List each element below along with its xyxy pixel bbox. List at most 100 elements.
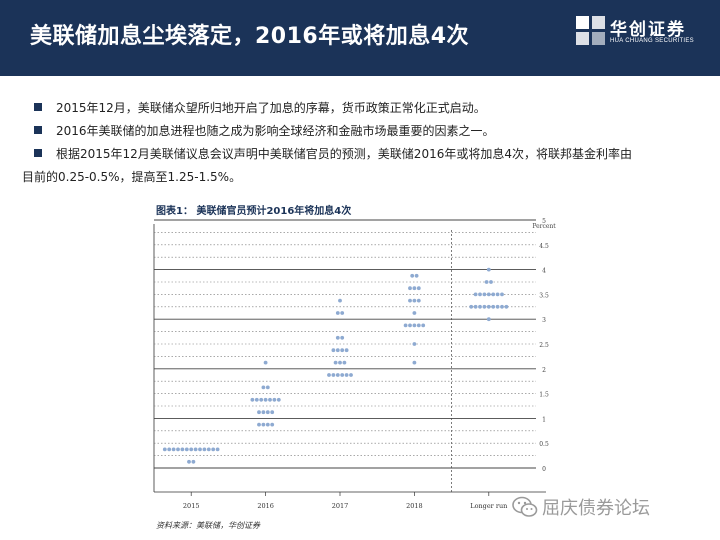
data-dot <box>198 447 202 452</box>
data-dot <box>469 304 474 309</box>
data-dot <box>176 447 180 452</box>
data-dot <box>340 335 345 340</box>
y-tick-label: 0 <box>542 466 546 473</box>
bullet-text: 2016年美联储的加息进程也随之成为影响全球经济和金融市场最重要的因素之一。 <box>56 124 495 138</box>
data-dot <box>482 292 487 297</box>
data-dot <box>268 397 272 402</box>
data-dot <box>416 323 421 328</box>
data-dot <box>403 323 408 328</box>
data-dot <box>342 360 347 365</box>
x-tick-label: 2015 <box>183 502 200 510</box>
data-dot <box>189 447 194 452</box>
y-tick-label: 3.5 <box>539 292 549 299</box>
data-dot <box>408 298 412 303</box>
data-dot <box>171 447 176 452</box>
y-tick-label: 4.5 <box>539 243 549 250</box>
data-dot <box>331 373 336 377</box>
x-tick-label: 2016 <box>257 502 274 510</box>
data-dot <box>167 447 172 452</box>
y-tick-label: 3 <box>542 317 546 324</box>
y-tick-label: 4 <box>542 268 546 275</box>
data-dot <box>408 286 412 291</box>
slide-header: 美联储加息尘埃落定，2016年或将加息4次 华创证券 HUA CHUANG SE… <box>0 0 720 76</box>
data-dot <box>491 304 496 309</box>
data-dot <box>489 280 493 284</box>
data-dot <box>495 304 500 309</box>
data-dot <box>412 298 417 303</box>
y-tick-label: 1 <box>542 416 546 423</box>
y-tick-label: 0.5 <box>539 441 549 448</box>
y-tick-label: 2.5 <box>539 342 549 349</box>
data-dot <box>412 342 417 346</box>
data-dot <box>270 422 275 427</box>
data-dot <box>421 323 426 328</box>
data-dot <box>486 304 491 309</box>
data-dot <box>340 373 345 377</box>
data-dot <box>482 304 487 309</box>
data-dot <box>335 311 340 315</box>
data-dot <box>338 298 342 303</box>
data-dot <box>478 292 482 297</box>
data-dot <box>265 422 270 427</box>
data-dot <box>473 292 478 297</box>
bullet-text: 2015年12月，美联储众望所归地开启了加息的序幕，货币政策正常化正式启动。 <box>56 101 486 115</box>
watermark: 屈庆债券论坛 <box>512 494 702 520</box>
data-dot <box>416 298 421 303</box>
figure-caption: 图表1： 美联储官员预计2016年将加息4次 <box>156 206 352 217</box>
data-dot <box>184 447 189 452</box>
data-dot <box>473 304 478 309</box>
data-dot <box>263 397 268 402</box>
data-dot <box>340 311 345 315</box>
y-axis-label: Percent <box>532 223 556 230</box>
data-dot <box>187 459 191 464</box>
data-dot <box>338 360 342 365</box>
data-dot <box>270 410 275 415</box>
company-logo: 华创证券 HUA CHUANG SECURITIES <box>576 14 696 54</box>
data-dot <box>257 422 261 427</box>
data-dot <box>412 360 417 365</box>
data-dot <box>191 459 196 464</box>
data-dot <box>495 292 500 297</box>
bullet-text-line2: 目前的0.25-0.5%，提高至1.25-1.5%。 <box>22 170 242 184</box>
data-dot <box>272 397 277 402</box>
data-dot <box>335 348 340 353</box>
data-dot <box>215 447 220 452</box>
bullet-square-icon <box>34 103 42 111</box>
logo-name-en: HUA CHUANG SECURITIES <box>610 38 694 44</box>
y-tick-label: 1.5 <box>539 392 549 399</box>
data-dot <box>486 317 491 322</box>
data-dot <box>257 410 261 415</box>
bullet-item: 根据2015年12月美联储议息会议声明中美联储官员的预测，美联储2016年或将加… <box>22 143 706 189</box>
y-tick-label: 2 <box>542 367 546 374</box>
data-dot <box>263 360 268 365</box>
data-dot <box>335 373 340 377</box>
data-dot <box>500 292 504 297</box>
data-dot <box>412 311 417 315</box>
data-dot <box>491 292 496 297</box>
bullet-item: 2015年12月，美联储众望所归地开启了加息的序幕，货币政策正常化正式启动。 <box>34 97 706 120</box>
data-dot <box>206 447 211 452</box>
data-dot <box>414 273 419 278</box>
data-dot <box>416 286 421 291</box>
logo-mark-icon <box>576 16 605 45</box>
data-dot <box>340 348 345 353</box>
data-dot <box>331 348 336 353</box>
data-dot <box>504 304 509 309</box>
data-dot <box>276 397 281 402</box>
data-dot <box>261 385 266 390</box>
watermark-text: 屈庆债券论坛 <box>542 498 650 519</box>
x-tick-label: Longer run <box>470 502 507 510</box>
x-tick-label: 2018 <box>406 502 423 510</box>
bullet-square-icon <box>34 149 42 157</box>
x-tick-label: 2017 <box>332 502 349 510</box>
data-dot <box>202 447 207 452</box>
data-dot <box>500 304 504 309</box>
bullet-text-line1: 根据2015年12月美联储议息会议声明中美联储官员的预测，美联储2016年或将加… <box>56 147 632 161</box>
data-dot <box>250 397 255 402</box>
data-dot <box>259 397 264 402</box>
data-dot <box>412 286 417 291</box>
data-dot <box>486 292 491 297</box>
data-dot <box>349 373 353 377</box>
figure-source: 资料来源：美联储，华创证券 <box>156 521 260 530</box>
data-dot <box>486 267 491 272</box>
